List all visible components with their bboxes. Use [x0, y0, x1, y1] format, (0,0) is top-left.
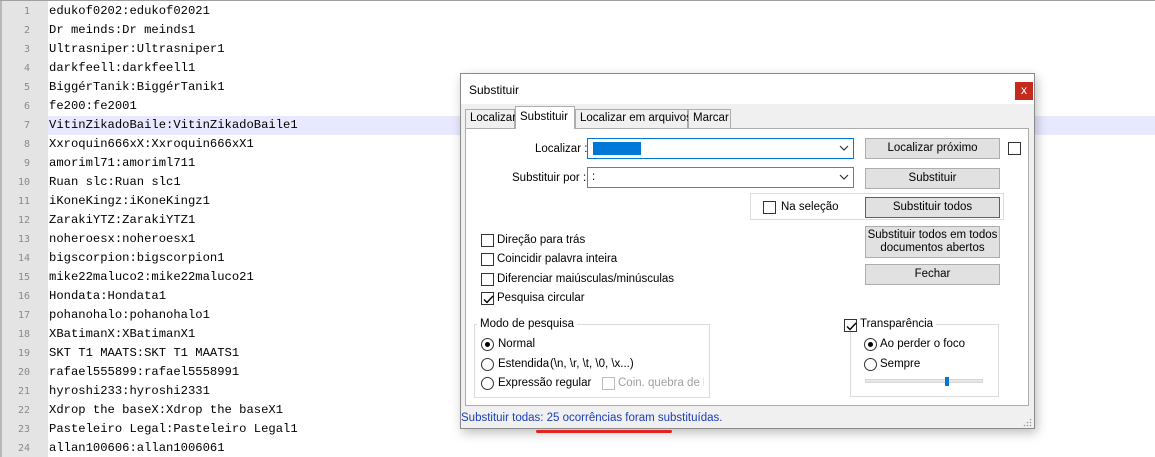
line-number: 6 — [23, 101, 30, 112]
transparency-slider-track[interactable] — [865, 379, 983, 383]
chevron-down-icon[interactable] — [839, 171, 849, 183]
close-icon: x — [1021, 83, 1027, 97]
line-number: 9 — [23, 158, 30, 169]
find-label: Localizar : — [535, 143, 588, 155]
in-selection-label: Na seleção — [781, 201, 839, 213]
search-mode-extended-hint: (\n, \r, \t, \0, \x...) — [550, 358, 634, 370]
find-input[interactable] — [587, 138, 854, 159]
match-whole-word-label: Coincidir palavra inteira — [497, 253, 618, 265]
close-dialog-button[interactable]: Fechar — [865, 264, 1000, 285]
close-button[interactable]: x — [1015, 82, 1033, 100]
line-number: 1 — [23, 6, 30, 17]
line-number: 20 — [17, 367, 30, 378]
chevron-down-icon[interactable] — [839, 142, 849, 154]
status-bar: Substituir todas: 25 ocorrências foram s… — [461, 406, 1034, 428]
line-number: 16 — [17, 291, 30, 302]
annotation-underline — [536, 430, 672, 433]
dialog-titlebar[interactable]: Substituir x — [461, 74, 1034, 104]
find-next-option-checkbox[interactable] — [1008, 142, 1021, 155]
in-selection-checkbox[interactable] — [763, 201, 776, 214]
line-number: 23 — [17, 424, 30, 435]
line-number: 12 — [17, 215, 30, 226]
backward-direction-checkbox[interactable] — [481, 234, 494, 247]
transparency-checkbox[interactable] — [844, 319, 857, 332]
transparency-always-label: Sempre — [880, 358, 921, 370]
replace-label: Substituir por : — [512, 172, 587, 184]
line-number: 4 — [23, 63, 30, 74]
wrap-around-label: Pesquisa circular — [497, 292, 585, 304]
find-text-selection — [593, 142, 641, 155]
transparency-slider-thumb[interactable] — [945, 377, 949, 386]
transparency-label: Transparência — [857, 318, 937, 330]
replace-button[interactable]: Substituir — [865, 168, 1000, 189]
line-number: 5 — [23, 82, 30, 93]
search-mode-extended-label: Estendida — [498, 358, 550, 370]
line-number: 13 — [17, 234, 30, 245]
replace-all-button[interactable]: Substituir todos — [865, 197, 1000, 218]
line-number: 7 — [23, 120, 30, 131]
dialog-title: Substituir — [469, 83, 520, 97]
match-case-checkbox[interactable] — [481, 273, 494, 286]
resize-grip-icon[interactable] — [1023, 418, 1032, 427]
line-number: 8 — [23, 139, 30, 150]
search-mode-normal-label: Normal — [498, 338, 536, 350]
tab-localizar-em-arquivos[interactable]: Localizar em arquivos — [575, 109, 692, 128]
replace-input[interactable]: : — [587, 167, 854, 188]
wrap-around-checkbox[interactable] — [481, 292, 494, 305]
line-number: 11 — [17, 196, 30, 207]
search-mode-title: Modo de pesquisa — [477, 318, 577, 330]
backward-direction-label: Direção para trás — [497, 234, 586, 246]
line-number: 17 — [17, 310, 30, 321]
transparency-on-lose-focus-radio[interactable] — [864, 338, 877, 351]
match-whole-word-checkbox[interactable] — [481, 253, 494, 266]
editor-line[interactable]: allan100606:allan1006061 — [48, 439, 1155, 457]
dot-matches-newline-checkbox[interactable] — [602, 377, 615, 390]
line-number: 14 — [17, 253, 30, 264]
line-number: 24 — [17, 443, 30, 454]
line-number: 15 — [17, 272, 30, 283]
line-number: 22 — [17, 405, 30, 416]
search-mode-normal-radio[interactable] — [481, 338, 494, 351]
tab-substituir[interactable]: Substituir — [515, 106, 575, 129]
line-number: 18 — [17, 329, 30, 340]
transparency-on-lose-focus-label: Ao perder o foco — [880, 338, 966, 350]
editor-line[interactable]: Dr meinds:Dr meinds1 — [48, 21, 1155, 40]
tab-localizar[interactable]: Localizar — [465, 109, 516, 128]
match-case-label: Diferenciar maiúsculas/minúsculas — [497, 273, 675, 285]
search-mode-extended-radio[interactable] — [481, 358, 494, 371]
search-mode-regex-radio[interactable] — [481, 377, 494, 390]
transparency-always-radio[interactable] — [864, 358, 877, 371]
find-next-button[interactable]: Localizar próximo — [865, 138, 1000, 159]
line-number: 10 — [17, 177, 30, 188]
search-mode-regex-label: Expressão regular — [498, 377, 592, 389]
line-number: 19 — [17, 348, 30, 359]
replace-panel: Localizar : Localizar próximo Substituir… — [465, 128, 1029, 406]
tab-marcar[interactable]: Marcar — [688, 109, 731, 128]
editor-line[interactable]: edukof0202:edukof02021 — [48, 2, 1155, 21]
line-number: 21 — [17, 386, 30, 397]
line-number: 3 — [23, 44, 30, 55]
dot-matches-newline-label: Coin. quebra de lir — [618, 377, 704, 389]
line-number: 2 — [23, 25, 30, 36]
editor-line[interactable]: Ultrasniper:Ultrasniper1 — [48, 40, 1155, 59]
checkmark-icon — [483, 295, 494, 304]
replace-dialog: Substituir x Localizar Substituir Locali… — [460, 73, 1035, 429]
status-message: Substituir todas: 25 ocorrências foram s… — [461, 412, 723, 424]
replace-all-open-docs-button[interactable]: Substituir todos em todos documentos abe… — [865, 226, 1000, 258]
